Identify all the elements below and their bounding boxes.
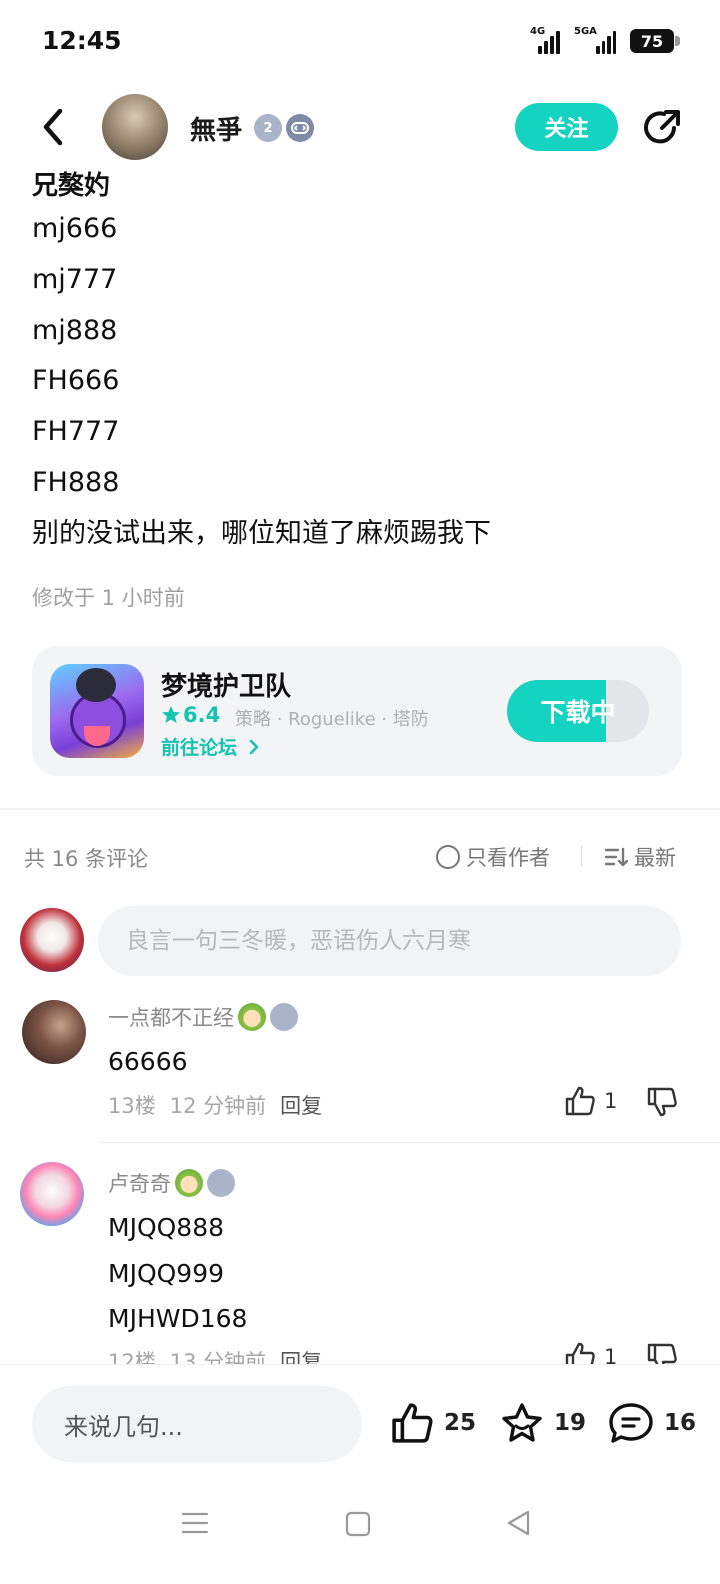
status-indicators: 4G 5GA 75 — [530, 26, 680, 54]
favorite-count: 19 — [554, 1410, 587, 1436]
game-name[interactable]: 梦境护卫队 — [161, 666, 291, 703]
thumbs-down-icon — [647, 1087, 677, 1117]
status-time: 12:45 — [42, 26, 122, 55]
comment-input[interactable] — [98, 906, 681, 976]
comment-line: MJQQ888 — [108, 1213, 225, 1242]
post-line: mj666 — [32, 213, 118, 244]
commenter-name-row: 卢奇奇 — [108, 1168, 235, 1198]
comment-text-block: MJQQ888 MJQQ999 MJHWD168 — [108, 1205, 247, 1342]
share-icon — [644, 110, 680, 144]
comment-total: 16 — [664, 1410, 697, 1436]
sort-icon — [604, 847, 628, 867]
section-divider — [0, 808, 720, 810]
menu-icon — [181, 1512, 209, 1534]
battery-level: 75 — [640, 31, 664, 51]
post-line: FH777 — [32, 416, 120, 448]
comment-like-button[interactable]: 1 — [564, 1086, 617, 1116]
post-like-count: 25 — [444, 1410, 477, 1436]
comment-divider — [100, 1142, 720, 1143]
share-button[interactable] — [638, 104, 686, 152]
signal-4g-icon: 4G — [530, 26, 560, 54]
follow-button[interactable]: 关注 — [515, 103, 618, 151]
nav-back-icon — [507, 1510, 530, 1536]
gamepad-badge-icon — [286, 114, 314, 142]
comment-time: 12 分钟前 — [169, 1094, 267, 1118]
post-line: mj777 — [32, 263, 118, 295]
thumbs-up-icon — [392, 1403, 433, 1443]
nav-home-button[interactable] — [344, 1510, 372, 1542]
game-rating-value: 6.4 — [183, 703, 221, 727]
post-like-button[interactable]: 25 — [390, 1402, 476, 1444]
comment-line: MJHWD168 — [108, 1304, 248, 1333]
back-button[interactable] — [30, 102, 76, 152]
signal-4g-label: 4G — [530, 26, 546, 37]
comment-floor: 13楼 — [108, 1094, 156, 1118]
sort-button[interactable]: 最新 — [604, 842, 676, 872]
commenter-name-row: 一点都不正经 — [108, 1002, 298, 1032]
comment-count: 共 16 条评论 — [24, 847, 149, 871]
signal-5ga-icon: 5GA — [574, 26, 616, 54]
level-badge-icon — [270, 1003, 298, 1031]
post-body: 兄獒妁 mj666 mj777 mj888 FH666 FH777 FH888 … — [32, 168, 692, 560]
avatar-badge-icon — [238, 1003, 266, 1031]
download-label: 下载中 — [540, 698, 616, 727]
commenter-name[interactable]: 卢奇奇 — [108, 1168, 171, 1198]
commenter-avatar[interactable] — [20, 1162, 84, 1226]
author-only-label: 只看作者 — [466, 846, 550, 870]
radio-icon — [436, 845, 460, 869]
commenter-avatar[interactable] — [22, 1000, 86, 1064]
game-tags: 策略 · Roguelike · 塔防 — [235, 709, 429, 730]
chevron-right-icon — [249, 739, 258, 755]
reply-input-placeholder: 来说几句... — [64, 1412, 183, 1441]
download-button[interactable]: 下载中 — [507, 680, 649, 742]
level-badge-icon: 2 — [254, 114, 282, 142]
nav-back-button[interactable] — [504, 1508, 534, 1542]
author-avatar[interactable] — [102, 94, 168, 160]
forum-link[interactable]: 前往论坛 — [161, 733, 260, 760]
commenter-name[interactable]: 一点都不正经 — [108, 1002, 234, 1032]
post-line: 别的没试出来，哪位知道了麻烦踢我下 — [32, 517, 491, 549]
comment-button[interactable]: 16 — [608, 1402, 696, 1444]
battery-icon: 75 — [630, 29, 680, 53]
nav-menu-button[interactable] — [180, 1508, 210, 1542]
comment-like-count: 1 — [604, 1089, 618, 1113]
forum-link-label: 前往论坛 — [161, 737, 238, 759]
home-icon — [345, 1511, 371, 1537]
back-arrow-icon — [43, 108, 63, 146]
favorite-star-icon — [502, 1403, 542, 1442]
author-name[interactable]: 無爭 — [190, 110, 242, 147]
post-line: FH666 — [32, 365, 120, 397]
star-icon — [162, 706, 180, 723]
comment-bubble-icon — [609, 1403, 653, 1443]
comment-meta: 13楼 12 分钟前 回复 — [108, 1090, 322, 1120]
my-avatar — [20, 908, 84, 972]
edited-time: 修改于 1 小时前 — [32, 586, 185, 610]
avatar-badge-icon — [175, 1169, 203, 1197]
signal-5ga-label: 5GA — [574, 26, 597, 37]
post-title: 兄獒妁 — [32, 171, 111, 201]
level-badge-number: 2 — [263, 120, 273, 136]
reply-button[interactable]: 回复 — [280, 1090, 322, 1120]
post-line: FH888 — [32, 466, 120, 498]
post-line: mj888 — [32, 314, 118, 346]
favorite-button[interactable]: 19 — [500, 1402, 586, 1444]
author-only-toggle[interactable]: 只看作者 — [436, 842, 550, 872]
comment-text: 66666 — [108, 1047, 188, 1076]
game-icon[interactable] — [50, 664, 144, 758]
game-rating: 6.4 — [161, 703, 220, 727]
reply-input[interactable]: 来说几句... — [32, 1386, 362, 1462]
comment-dislike-button[interactable] — [644, 1084, 680, 1120]
header-separator — [581, 846, 582, 866]
comment-line: MJQQ999 — [108, 1258, 225, 1288]
sort-label: 最新 — [634, 846, 676, 870]
level-badge-icon — [207, 1169, 235, 1197]
thumbs-up-icon — [565, 1086, 595, 1116]
